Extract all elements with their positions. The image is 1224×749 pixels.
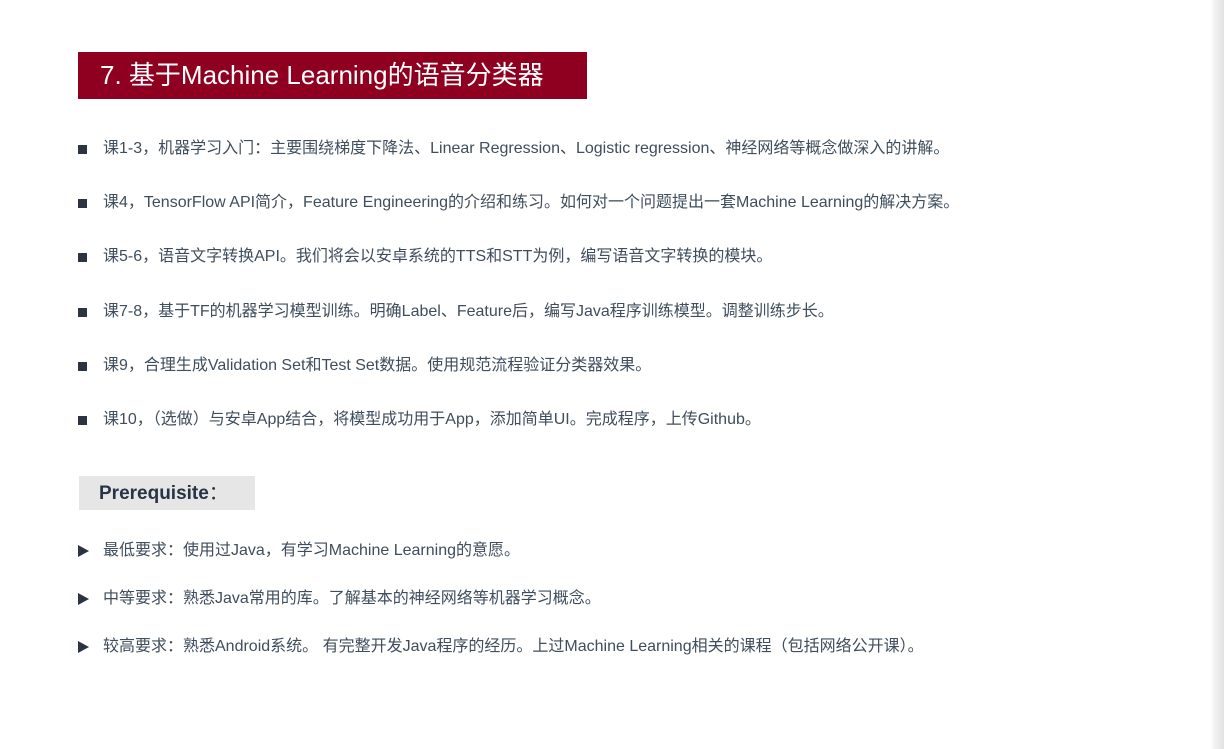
square-bullet-icon (78, 145, 87, 154)
list-item: 课7-8，基于TF的机器学习模型训练。明确Label、Feature后，编写Ja… (78, 293, 959, 347)
triangle-bullet-icon (78, 545, 89, 557)
prerequisite-text: 最低要求：使用过Java，有学习Machine Learning的意愿。 (103, 542, 520, 559)
course-list: 课1-3，机器学习入门：主要围绕梯度下降法、Linear Regression、… (78, 130, 959, 455)
course-text: 课1-3，机器学习入门：主要围绕梯度下降法、Linear Regression、… (103, 140, 950, 157)
course-text: 课10，（选做）与安卓App结合，将模型成功用于App，添加简单UI。完成程序，… (103, 410, 761, 428)
course-text: 课4，TensorFlow API简介，Feature Engineering的… (103, 194, 960, 212)
section-title: 7. 基于Machine Learning的语音分类器 (78, 52, 587, 99)
list-item: 课9，合理生成Validation Set和Test Set数据。使用规范流程验… (78, 347, 959, 401)
square-bullet-icon (78, 253, 87, 263)
prerequisite-text: 较高要求：熟悉Android系统。 有完整开发Java程序的经历。上过Machi… (103, 638, 924, 655)
prerequisite-colon: ： (208, 483, 228, 504)
prerequisite-title: Prerequisite (99, 483, 209, 504)
triangle-bullet-icon (78, 641, 89, 653)
list-item: 课4，TensorFlow API简介，Feature Engineering的… (78, 184, 959, 238)
prerequisite-list: 最低要求：使用过Java，有学习Machine Learning的意愿。 中等要… (78, 532, 924, 676)
list-item: 课10，（选做）与安卓App结合，将模型成功用于App，添加简单UI。完成程序，… (78, 401, 959, 455)
prerequisite-heading: Prerequisite： (79, 476, 255, 510)
course-text: 课5-6，语音文字转换API。我们将会以安卓系统的TTS和STT为例，编写语音文… (103, 248, 773, 266)
list-item: 中等要求：熟悉Java常用的库。了解基本的神经网络等机器学习概念。 (78, 580, 924, 628)
square-bullet-icon (78, 415, 87, 425)
square-bullet-icon (78, 307, 87, 317)
prerequisite-text: 中等要求：熟悉Java常用的库。了解基本的神经网络等机器学习概念。 (103, 590, 601, 607)
list-item: 课1-3，机器学习入门：主要围绕梯度下降法、Linear Regression、… (78, 130, 959, 184)
list-item: 最低要求：使用过Java，有学习Machine Learning的意愿。 (78, 532, 924, 580)
list-item: 课5-6，语音文字转换API。我们将会以安卓系统的TTS和STT为例，编写语音文… (78, 238, 959, 292)
page-edge-shadow (1210, 0, 1224, 749)
list-item: 较高要求：熟悉Android系统。 有完整开发Java程序的经历。上过Machi… (78, 628, 924, 676)
square-bullet-icon (78, 199, 87, 209)
triangle-bullet-icon (78, 593, 89, 605)
course-text: 课7-8，基于TF的机器学习模型训练。明确Label、Feature后，编写Ja… (103, 302, 834, 320)
course-text: 课9，合理生成Validation Set和Test Set数据。使用规范流程验… (103, 356, 652, 374)
square-bullet-icon (78, 361, 87, 371)
